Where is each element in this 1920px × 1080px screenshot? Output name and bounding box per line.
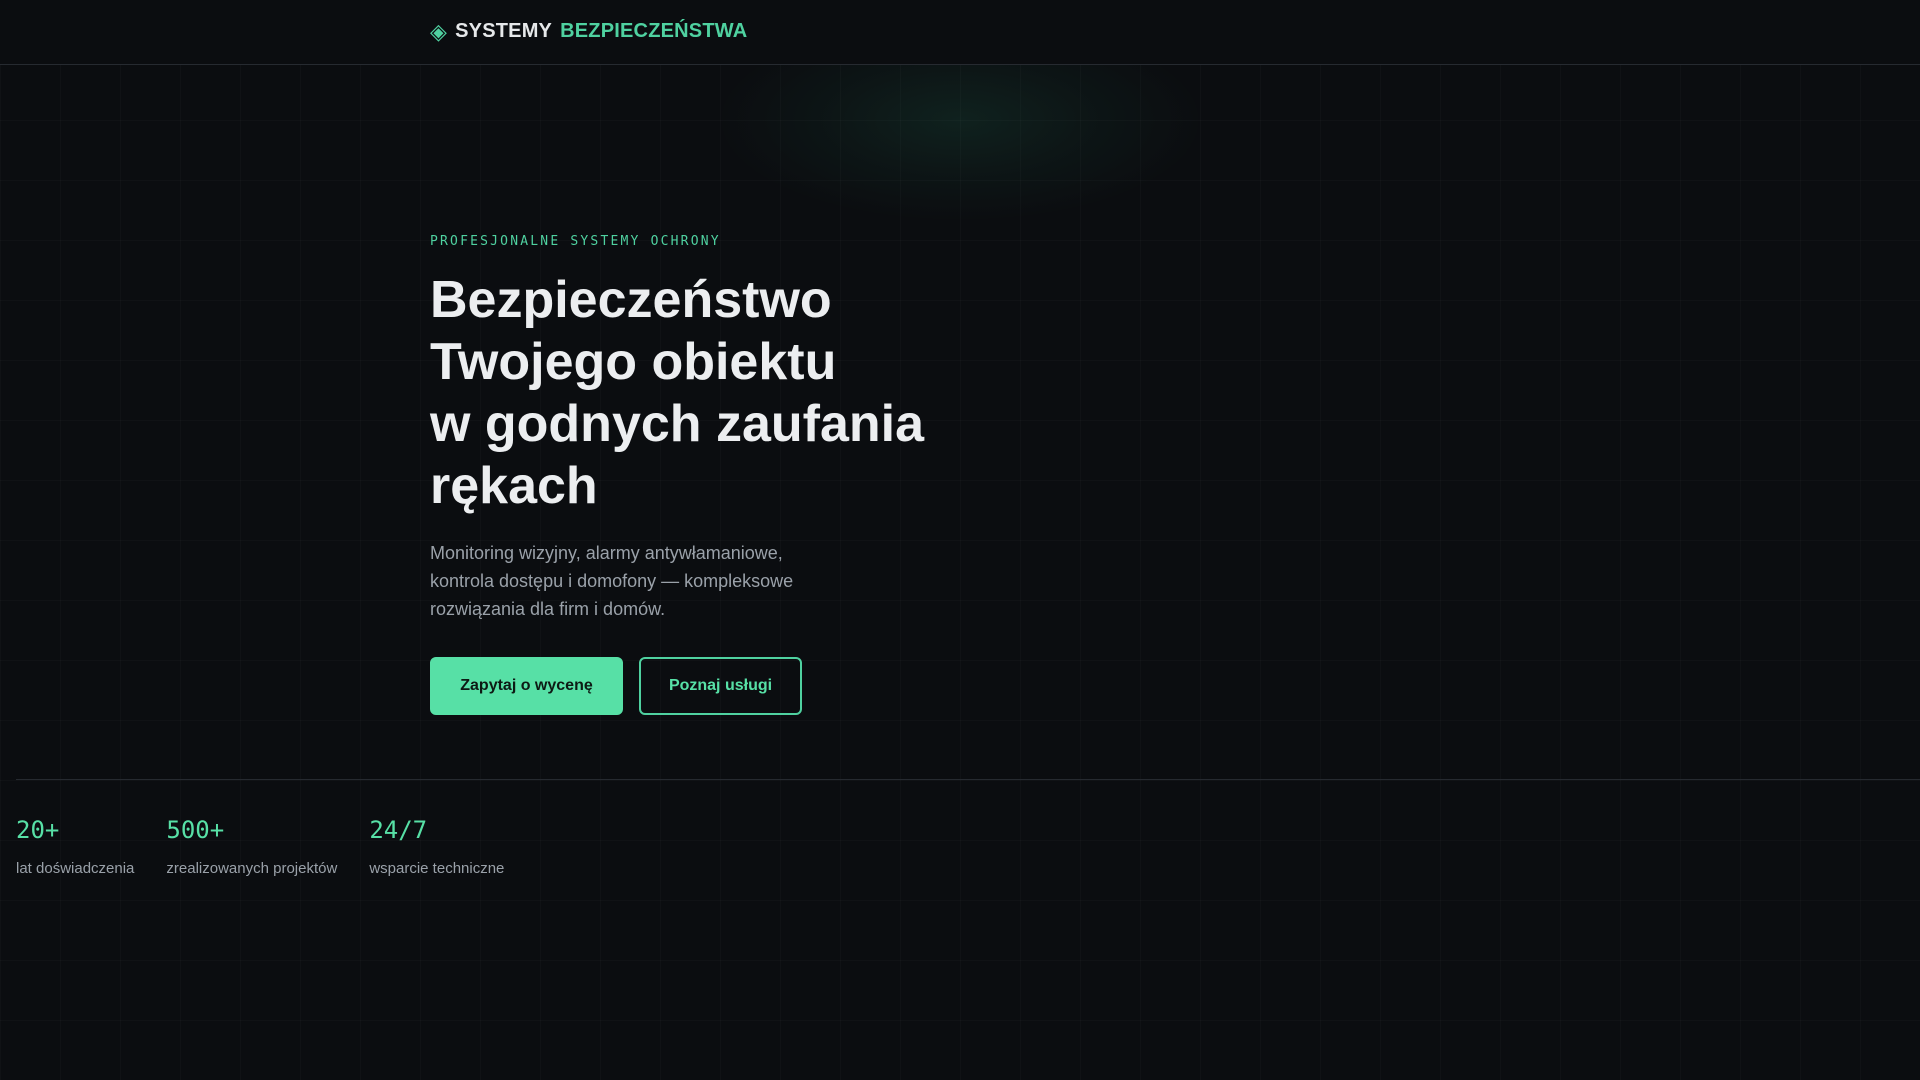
site-logo[interactable]: ◈ SYSTEMY BEZPIECZEŃSTWA [430, 20, 747, 43]
stat-label: lat doświadczenia [16, 860, 135, 877]
hero-title-line: Twojego obiektu [430, 333, 837, 391]
explore-services-button[interactable]: Poznaj usługi [639, 657, 802, 715]
stat-item: 24/7 wsparcie techniczne [369, 814, 504, 877]
page: ◈ SYSTEMY BEZPIECZEŃSTWA PROFESJONALNE S… [0, 0, 1920, 1080]
brand-name-part1: SYSTEMY [455, 20, 553, 42]
hero-title-line: Bezpieczeństwo [430, 271, 832, 329]
stat-label: zrealizowanych projektów [166, 860, 338, 877]
stats-bar: 20+ lat doświadczenia 500+ zrealizowanyc… [16, 814, 536, 877]
stat-value: 500+ [166, 816, 225, 844]
stat-value: 24/7 [369, 816, 428, 844]
brand-name-part2: BEZPIECZEŃSTWA [560, 20, 748, 42]
hero-title-line: rękach [430, 457, 598, 515]
top-navbar: ◈ SYSTEMY BEZPIECZEŃSTWA [0, 0, 1920, 65]
stat-value: 20+ [16, 816, 60, 844]
hero-description: Monitoring wizyjny, alarmy antywłamaniow… [430, 543, 794, 619]
hero-section: PROFESJONALNE SYSTEMY OCHRONY Bezpieczeń… [430, 230, 1130, 715]
hero-eyebrow: PROFESJONALNE SYSTEMY OCHRONY [430, 234, 721, 249]
stat-label: wsparcie techniczne [369, 860, 505, 877]
stat-item: 500+ zrealizowanych projektów [166, 814, 337, 877]
hero-title-line: w godnych zaufania [430, 395, 925, 453]
diamond-icon: ◈ [430, 18, 448, 44]
cta-row: Zapytaj o wycenę Poznaj usługi [430, 657, 1130, 715]
stat-item: 20+ lat doświadczenia [16, 814, 134, 877]
request-quote-button[interactable]: Zapytaj o wycenę [430, 657, 623, 715]
hero-title: Bezpieczeństwo Twojego obiektu w godnych… [430, 269, 1130, 517]
stats-divider [16, 779, 1920, 780]
